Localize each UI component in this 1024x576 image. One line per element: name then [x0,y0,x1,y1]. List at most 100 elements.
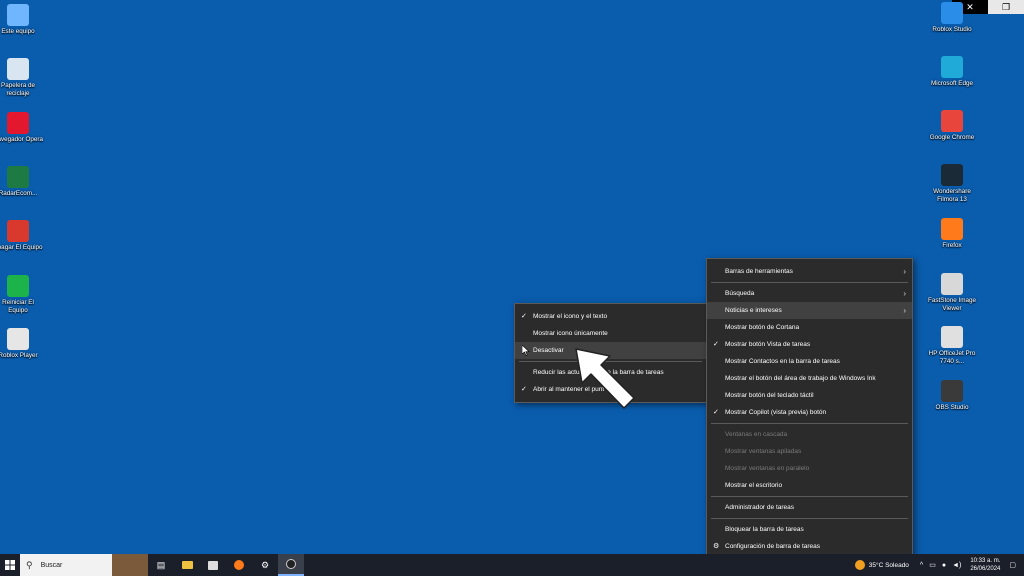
menu-label: Configuración de barra de tareas [725,543,821,550]
desktop-shortcut[interactable]: Papelera de reciclaje [0,58,44,97]
menu-item-windows-ink[interactable]: Mostrar el botón del área de trabajo de … [707,370,912,387]
menu-label: Administrador de tareas [725,504,795,511]
desktop-shortcut[interactable]: Este equipo [0,4,44,36]
computer-icon [7,4,29,26]
file-explorer-icon[interactable] [174,554,200,576]
chevron-right-icon: › [903,267,906,276]
chevron-right-icon: › [903,306,906,315]
task-view-icon[interactable]: ▤ [148,554,174,576]
desktop-shortcut[interactable]: HP OfficeJet Pro 7740 s... [926,326,978,365]
menu-item-copilot[interactable]: ✓ Mostrar Copilot (vista previa) botón [707,404,912,421]
search-box[interactable]: ⚲ Buscar [20,554,148,576]
menu-item-toolbars[interactable]: Barras de herramientas › [707,263,912,280]
check-icon: ✓ [713,341,719,348]
volume-icon[interactable]: ◄) [952,562,961,569]
desktop-shortcut[interactable]: Reiniciar El Equipo [0,275,44,314]
notifications-icon[interactable]: ▢ [1009,561,1016,569]
desktop-shortcut[interactable]: Navegador Opera [0,112,44,144]
menu-item-news-interests[interactable]: Noticias e intereses › [707,302,912,319]
desktop-shortcut-label: OBS Studio [935,404,969,411]
mouse-cursor-icon [522,345,530,356]
network-icon[interactable]: ▭ [929,561,936,569]
check-icon: ✓ [521,386,527,393]
menu-label: Mostrar botón del teclado táctil [725,392,814,399]
search-placeholder: Buscar [40,561,63,569]
chevron-up-icon[interactable]: ^ [920,562,923,569]
desktop-shortcut[interactable]: FastStone Image Viewer [926,273,978,312]
desktop-shortcut[interactable]: Google Chrome [926,110,978,142]
system-tray: 35°C Soleado ^ ▭ ● ◄) 10:33 a. m. 26/06/… [854,554,1024,576]
menu-item-lock-taskbar[interactable]: Bloquear la barra de tareas [707,521,912,538]
search-highlight-image [112,554,148,576]
menu-item-search[interactable]: Búsqueda › [707,285,912,302]
menu-label: Mostrar Copilot (vista previa) botón [725,409,827,416]
menu-label: Mostrar el icono y el texto [533,313,608,320]
menu-item-contacts[interactable]: Mostrar Contactos en la barra de tareas [707,353,912,370]
desktop-shortcut-label: Firefox [942,242,962,249]
menu-label: Desactivar [533,347,564,354]
gear-icon: ⚙ [713,543,720,550]
clock[interactable]: 10:33 a. m. 26/06/2024 [970,557,1000,573]
settings-gear-icon[interactable]: ⚙ [252,554,278,576]
printer-icon [941,326,963,348]
roblox-studio-icon [941,2,963,24]
green-arrow-icon [7,275,29,297]
start-button[interactable] [0,554,20,576]
menu-item-taskbar-settings[interactable]: ⚙ Configuración de barra de tareas [707,538,912,555]
microsoft-store-icon[interactable] [200,554,226,576]
desktop-shortcut[interactable]: OBS Studio [926,380,978,412]
menu-item-cortana[interactable]: Mostrar botón de Cortana [707,319,912,336]
check-icon: ✓ [521,313,527,320]
menu-item-stacked: Mostrar ventanas apiladas [707,443,912,460]
desktop-shortcut[interactable]: Wondershare Filmora 13 [926,164,978,203]
filmora-icon [941,164,963,186]
menu-item-task-view[interactable]: ✓ Mostrar botón Vista de tareas [707,336,912,353]
menu-label: Ventanas en cascada [725,431,788,438]
obs-studio-icon[interactable] [278,554,304,576]
clock-time: 10:33 a. m. [970,558,1001,564]
faststone-icon [941,273,963,295]
recycle-bin-icon [7,58,29,80]
menu-item-cascade: Ventanas en cascada [707,426,912,443]
menu-separator [711,518,908,519]
menu-label: Mostrar botón de Cortana [725,324,800,331]
menu-item-task-manager[interactable]: Administrador de tareas [707,499,912,516]
taskbar-context-menu: Barras de herramientas › Búsqueda › Noti… [706,258,913,560]
opera-icon [7,112,29,134]
desktop-shortcut-label: RadarEcom... [0,190,38,197]
submenu-item-show-icon-only[interactable]: Mostrar icono únicamente [515,325,706,342]
desktop-shortcut[interactable]: Apagar El Equipo [0,220,44,252]
desktop-shortcut[interactable]: RadarEcom... [0,166,44,198]
power-icon [7,220,29,242]
chrome-icon [941,110,963,132]
menu-item-show-desktop[interactable]: Mostrar el escritorio [707,477,912,494]
menu-item-touch-keyboard[interactable]: Mostrar botón del teclado táctil [707,387,912,404]
desktop-shortcut[interactable]: Firefox [926,218,978,250]
menu-item-side-by-side: Mostrar ventanas en paralelo [707,460,912,477]
microphone-icon[interactable]: ● [942,562,946,569]
clock-date: 26/06/2024 [970,566,1001,572]
menu-label: Mostrar icono únicamente [533,330,608,337]
menu-label: Mostrar el escritorio [725,482,783,489]
desktop-shortcut[interactable]: Microsoft Edge [926,56,978,88]
menu-label: Mostrar ventanas en paralelo [725,465,810,472]
menu-label: Noticias e intereses [725,307,782,314]
desktop-shortcut-label: Papelera de reciclaje [1,82,35,97]
excel-icon [7,166,29,188]
restore-button[interactable]: ❐ [988,0,1024,14]
weather-sun-icon[interactable] [854,560,865,570]
desktop-shortcut-label: Reiniciar El Equipo [2,299,34,314]
menu-separator [711,423,908,424]
chevron-right-icon: › [903,289,906,298]
desktop-shortcut[interactable]: Roblox Studio [926,2,978,34]
desktop-shortcut[interactable]: Roblox Player [0,328,44,360]
firefox-icon[interactable] [226,554,252,576]
weather-text[interactable]: 35°C Soleado [869,562,909,569]
search-icon: ⚲ [26,559,33,570]
menu-label: Mostrar botón Vista de tareas [725,341,811,348]
taskbar: ⚲ Buscar ▤ ⚙ 35°C Soleado ^ ▭ ● ◄) 10:33… [0,554,1024,576]
obs-icon [941,380,963,402]
submenu-item-show-icon-text[interactable]: ✓ Mostrar el icono y el texto [515,308,706,325]
desktop-shortcut-label: Navegador Opera [0,136,44,143]
desktop-shortcut-label: Wondershare Filmora 13 [933,188,971,203]
